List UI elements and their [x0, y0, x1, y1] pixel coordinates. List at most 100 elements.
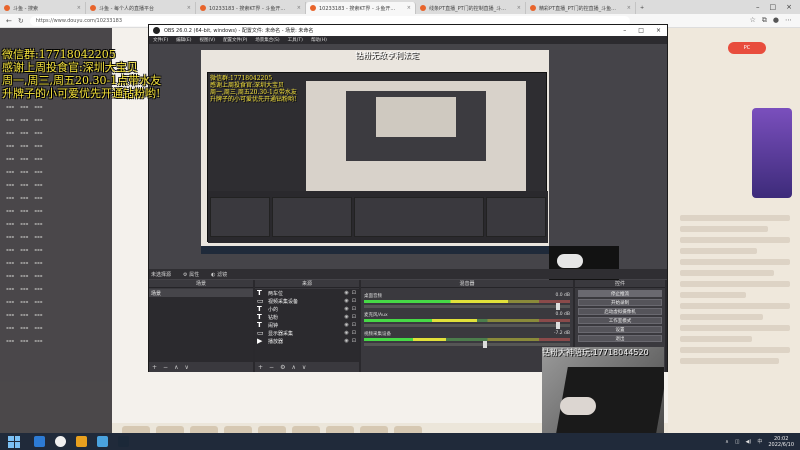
track-db: 0.0 dB: [555, 293, 570, 298]
add-icon[interactable]: +: [258, 364, 263, 371]
lock-icon: ⊡: [351, 314, 356, 320]
profile-icon[interactable]: ●: [773, 16, 779, 25]
exit-button[interactable]: 退出: [578, 335, 662, 342]
menu-profile[interactable]: 配置文件(P): [223, 37, 247, 43]
edge-icon[interactable]: [34, 436, 45, 447]
volume-slider[interactable]: [364, 322, 570, 329]
properties-button[interactable]: ⚙ 属性: [183, 271, 199, 278]
browser-tab[interactable]: 精彩PT直播_PT门的控直播_斗鱼... ×: [526, 2, 636, 14]
menu-view[interactable]: 视图(V): [199, 37, 215, 43]
minimize-icon[interactable]: –: [756, 3, 760, 11]
visibility-icon: ◉: [344, 330, 349, 336]
track-db: 0.0 dB: [555, 312, 570, 317]
overlay-line: 升牌子的小可爱优先开通钻粉哟!: [2, 87, 161, 100]
visibility-icon: ◉: [344, 298, 349, 304]
obs-icon[interactable]: [55, 436, 66, 447]
close-icon[interactable]: ×: [77, 5, 81, 11]
folder-icon[interactable]: [76, 436, 87, 447]
chevron-up-icon[interactable]: ∧: [725, 439, 729, 445]
source-toolbar: 未选择源 ⚙ 属性 ◐ 滤镜: [149, 269, 667, 279]
source-item[interactable]: ▶ 播放器 ◉ ⊡: [255, 337, 359, 345]
close-window-icon[interactable]: ×: [786, 3, 792, 11]
virtual-camera-button[interactable]: 启动虚拟摄像机: [578, 308, 662, 315]
browser-tab-active[interactable]: 10233183 - 搜索KT界 - 斗鱼开... ×: [306, 2, 416, 14]
text-source-icon: T: [257, 313, 262, 321]
clock[interactable]: 20:02 2022/6/10: [768, 436, 794, 448]
overlay-line: 周一,周三,周五20.30-1点带水友: [2, 74, 162, 87]
input-method-icon[interactable]: 中: [757, 438, 762, 445]
star-icon[interactable]: ☆: [750, 16, 756, 25]
extensions-icon[interactable]: ⧉: [762, 16, 767, 25]
source-item[interactable]: T 两车位 ◉ ⊡: [255, 289, 359, 297]
lock-icon: ⊡: [351, 298, 356, 304]
volume-slider[interactable]: [364, 303, 570, 310]
add-icon[interactable]: +: [152, 364, 157, 371]
browser-tab[interactable]: 斗鱼 - 搜索 ×: [0, 2, 86, 14]
back-icon[interactable]: ←: [6, 17, 12, 25]
close-icon[interactable]: ×: [407, 5, 411, 11]
gear-icon[interactable]: ⚙: [280, 364, 285, 371]
menu-file[interactable]: 文件(F): [153, 37, 168, 43]
refresh-icon[interactable]: ↻: [18, 17, 24, 25]
stop-streaming-button[interactable]: 停止推流: [578, 290, 662, 297]
visibility-icon: ◉: [344, 314, 349, 320]
overlay-line: 微信群:17718042205: [2, 48, 116, 61]
remove-icon[interactable]: −: [163, 364, 168, 371]
close-icon[interactable]: ×: [517, 5, 521, 11]
plus-icon: +: [640, 5, 645, 11]
volume-slider[interactable]: [364, 341, 570, 348]
steam-icon[interactable]: [118, 436, 129, 447]
new-tab-button[interactable]: +: [636, 2, 648, 14]
browser-tab[interactable]: 线条PT直播_PT门的控制直播_斗... ×: [416, 2, 526, 14]
move-up-icon[interactable]: ∧: [291, 364, 295, 371]
browser-tab[interactable]: 10233183 - 搜索KT界 - 斗鱼开... ×: [196, 2, 306, 14]
source-item[interactable]: ▭ 显示器采集 ◉ ⊡: [255, 329, 359, 337]
move-up-icon[interactable]: ∧: [174, 364, 178, 371]
move-down-icon[interactable]: ∨: [184, 364, 188, 371]
mixer-title: 混音器: [361, 280, 573, 288]
pc-client-badge[interactable]: PC: [728, 42, 766, 54]
menu-tools[interactable]: 工具(T): [288, 37, 303, 43]
text-source-icon: T: [257, 305, 262, 313]
menu-scene-collection[interactable]: 场景集合(S): [255, 37, 279, 43]
tab-label: 精彩PT直播_PT门的控直播_斗鱼...: [539, 5, 616, 12]
minimize-icon[interactable]: –: [623, 27, 626, 34]
overlay-line: 感谢上周投食官:深圳大宝贝: [2, 61, 138, 74]
menu-icon[interactable]: ⋯: [785, 16, 792, 25]
network-icon[interactable]: ◫: [735, 439, 740, 445]
douyu-favicon-icon: [200, 5, 206, 11]
obs-preview[interactable]: 微信群:17718042205 感谢上周投食官:深圳大宝贝 周一,周三,周五20…: [149, 44, 667, 290]
visibility-icon: ◉: [344, 322, 349, 328]
menu-edit[interactable]: 编辑(E): [176, 37, 191, 43]
close-icon[interactable]: ×: [187, 5, 191, 11]
tab-label: 10233183 - 搜索KT界 - 斗鱼开...: [209, 5, 286, 12]
studio-mode-button[interactable]: 工作室模式: [578, 317, 662, 324]
mouse-image: [560, 397, 596, 415]
close-icon[interactable]: ×: [656, 27, 661, 34]
close-icon[interactable]: ×: [297, 5, 301, 11]
remove-icon[interactable]: −: [269, 364, 274, 371]
move-down-icon[interactable]: ∨: [302, 364, 306, 371]
menu-help[interactable]: 帮助(H): [311, 37, 327, 43]
start-recording-button[interactable]: 开始录制: [578, 299, 662, 306]
track-name: 麦克风/Aux: [364, 313, 388, 318]
windows-start-icon[interactable]: [8, 435, 20, 448]
monitor-source-icon: ▭: [257, 329, 264, 337]
close-icon[interactable]: ×: [627, 5, 631, 11]
source-item[interactable]: T 闹钟 ◉ ⊡: [255, 321, 359, 329]
preview-overlay-text: 钻粉无敌亨利法定: [355, 51, 419, 60]
volume-icon[interactable]: ◀): [746, 439, 752, 445]
maximize-icon[interactable]: □: [770, 3, 777, 11]
source-item[interactable]: T 钻粉 ◉ ⊡: [255, 313, 359, 321]
promo-banner[interactable]: [752, 108, 792, 198]
filters-button[interactable]: ◐ 滤镜: [211, 271, 227, 278]
maximize-icon[interactable]: □: [638, 27, 644, 34]
app-icon[interactable]: [97, 436, 108, 447]
browser-tab[interactable]: 斗鱼 - 每个人的直播平台 ×: [86, 2, 196, 14]
obs-title: OBS 26.0.2 (64-bit, windows) - 配置文件: 未命名…: [164, 28, 314, 34]
source-item[interactable]: T 小的 ◉ ⊡: [255, 305, 359, 313]
settings-button[interactable]: 设置: [578, 326, 662, 333]
source-item[interactable]: ▭ 视频采集设备 ◉ ⊡: [255, 297, 359, 305]
controls-title: 控件: [575, 280, 665, 288]
scene-item[interactable]: 场景: [149, 289, 253, 297]
